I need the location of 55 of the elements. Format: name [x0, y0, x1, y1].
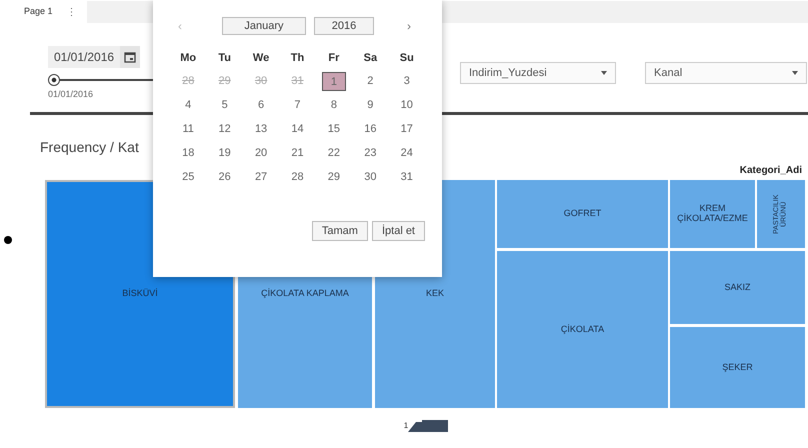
- treemap-tile[interactable]: ŞEKER: [670, 327, 805, 408]
- day-cell[interactable]: 23: [358, 144, 382, 162]
- day-cell[interactable]: 11: [176, 120, 200, 138]
- bullet-icon: [4, 236, 12, 244]
- day-cell[interactable]: 15: [322, 120, 346, 138]
- next-month-button[interactable]: ›: [399, 17, 419, 35]
- dropdown[interactable]: Indirim_Yuzdesi: [460, 62, 616, 84]
- treemap-tile[interactable]: KREM ÇİKOLATA/EZME: [670, 180, 755, 248]
- day-cell[interactable]: 10: [394, 96, 419, 114]
- treemap-tile[interactable]: ÇİKOLATA: [497, 251, 668, 408]
- day-cell[interactable]: 20: [249, 144, 274, 162]
- page-number: 1: [404, 420, 408, 432]
- more-menu-button[interactable]: ⋮: [66, 4, 77, 20]
- page-tab[interactable]: Page 1: [24, 5, 53, 19]
- day-cell[interactable]: 13: [249, 120, 274, 138]
- cancel-button[interactable]: İptal et: [372, 221, 425, 241]
- day-cell[interactable]: 4: [176, 96, 200, 114]
- weekday-label: Su: [398, 51, 415, 66]
- treemap-tile[interactable]: GOFRET: [497, 180, 668, 248]
- day-cell[interactable]: 6: [249, 96, 274, 114]
- weekday-label: Fr: [327, 51, 340, 66]
- day-cell[interactable]: 5: [212, 96, 237, 114]
- date-field[interactable]: 01/01/2016: [48, 46, 120, 68]
- day-cell[interactable]: 7: [285, 96, 310, 114]
- weekday-label: We: [252, 51, 270, 66]
- month-button[interactable]: January: [222, 17, 306, 35]
- weekday-label: Tu: [217, 51, 232, 66]
- treemap-tile[interactable]: SAKIZ: [670, 251, 805, 324]
- day-cell[interactable]: 2: [358, 72, 382, 90]
- day-cell[interactable]: 24: [394, 144, 419, 162]
- slider-thumb[interactable]: [48, 74, 60, 86]
- slider-label: 01/01/2016: [48, 88, 94, 101]
- day-cell[interactable]: 3: [394, 72, 419, 90]
- dropdown-arrow-icon: [792, 71, 798, 75]
- day-cell[interactable]: 8: [322, 96, 346, 114]
- year-button[interactable]: 2016: [314, 17, 374, 35]
- legend-title: Kategori_Adi: [740, 164, 802, 178]
- day-cell[interactable]: 9: [358, 96, 382, 114]
- day-cell[interactable]: 22: [322, 144, 346, 162]
- day-cell[interactable]: 18: [176, 144, 200, 162]
- day-cell[interactable]: 16: [358, 120, 382, 138]
- calendar-icon: [124, 51, 136, 63]
- day-cell[interactable]: 14: [285, 120, 310, 138]
- weekday-label: Mo: [179, 51, 198, 66]
- dropdown[interactable]: Kanal: [645, 62, 807, 84]
- weekday-label: Sa: [362, 51, 378, 66]
- day-cell[interactable]: 12: [212, 120, 237, 138]
- ok-button[interactable]: Tamam: [312, 221, 368, 241]
- dropdown-arrow-icon: [601, 71, 607, 75]
- day-cell[interactable]: 17: [394, 120, 419, 138]
- day-cell[interactable]: 19: [212, 144, 237, 162]
- day-cell[interactable]: 21: [285, 144, 310, 162]
- chart-title: Frequency / Kat: [40, 138, 139, 157]
- weekday-label: Th: [290, 51, 306, 66]
- calendar-button[interactable]: [120, 46, 140, 68]
